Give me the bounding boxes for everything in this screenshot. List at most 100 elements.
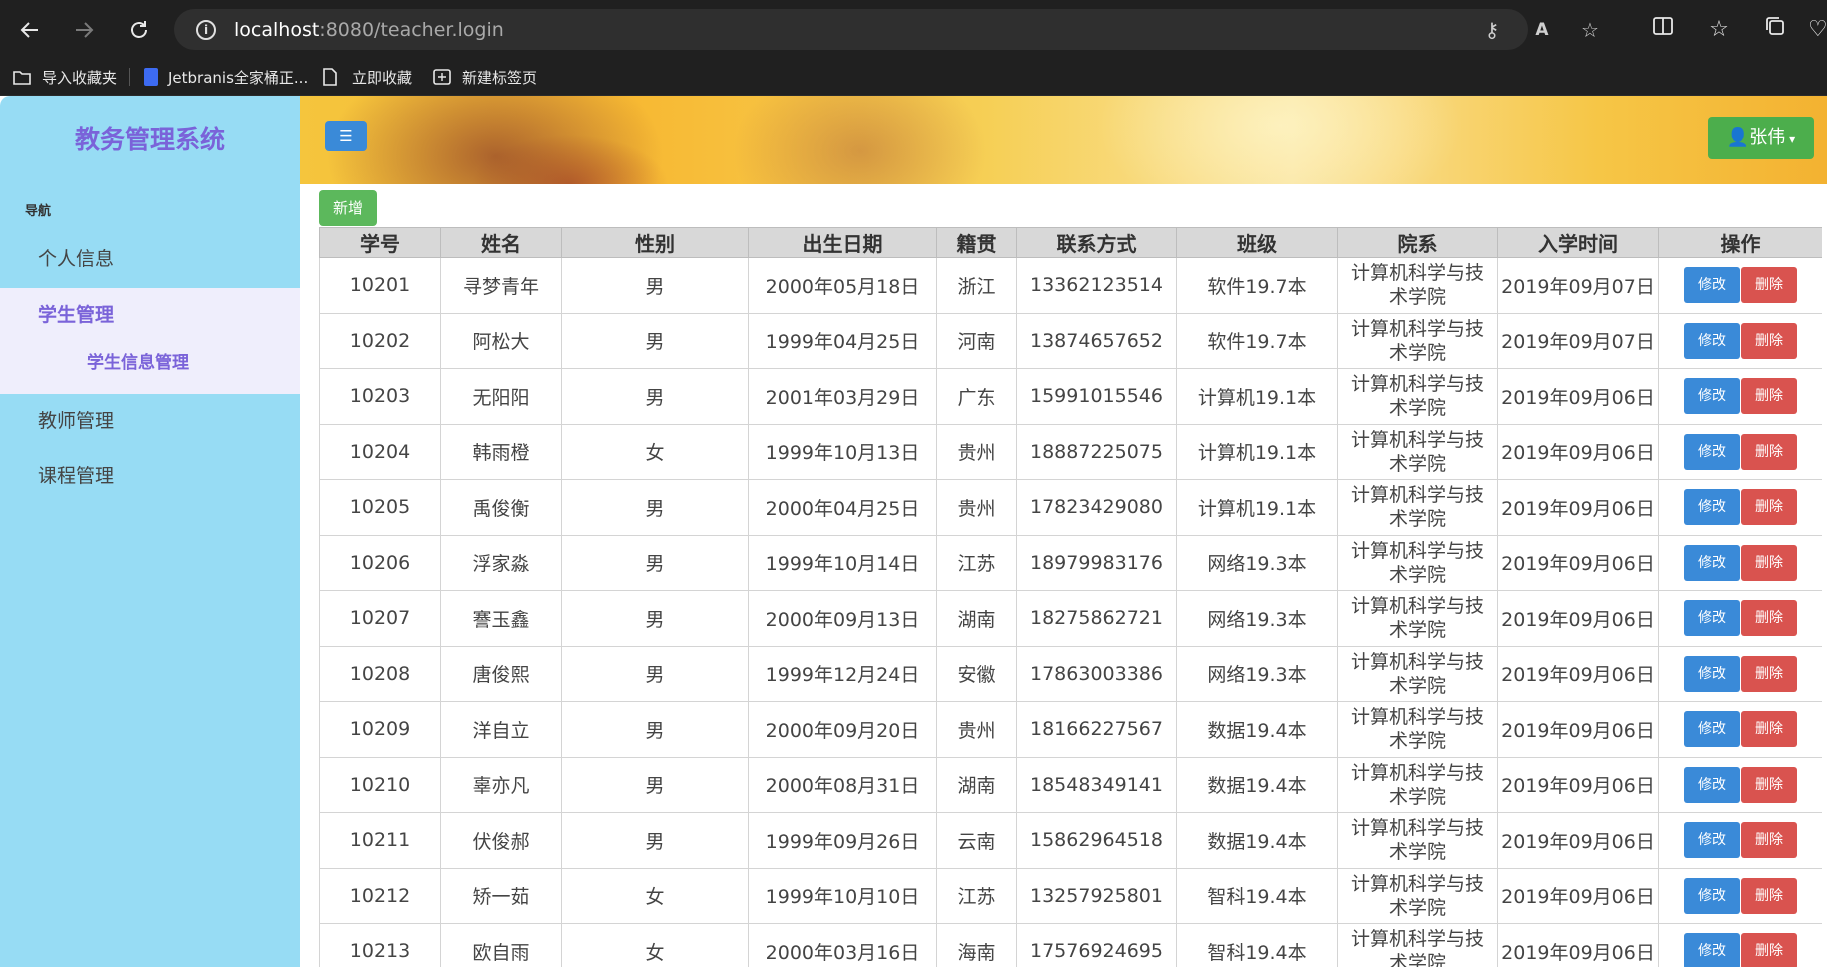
header-banner bbox=[300, 96, 1827, 184]
reload-icon[interactable] bbox=[119, 10, 159, 50]
address-field[interactable]: i localhost:8080/teacher.login ⚷ A ☆ bbox=[174, 9, 1599, 50]
cell-gender: 男 bbox=[561, 479, 749, 536]
delete-button[interactable]: 删除 bbox=[1741, 544, 1797, 581]
row-actions: 修改 删除 bbox=[1659, 711, 1822, 748]
delete-button[interactable]: 删除 bbox=[1741, 267, 1797, 304]
sidebar: 教务管理系统 导航 个人信息 学生管理 学生信息管理 教师管理 课程管理 bbox=[0, 96, 300, 967]
cell-actions: 修改 删除 bbox=[1658, 479, 1822, 536]
favorite-star-icon[interactable]: ☆ bbox=[1578, 19, 1602, 41]
table-header-row: 学号 姓名 性别 出生日期 籍贯 联系方式 班级 院系 入学时间 操作 bbox=[319, 227, 1822, 258]
cell-enroll-date: 2019年09月06日 bbox=[1497, 867, 1659, 924]
split-screen-icon[interactable] bbox=[1648, 15, 1678, 45]
cell-origin: 湖南 bbox=[936, 756, 1017, 813]
cell-name: 矫一茹 bbox=[440, 867, 562, 924]
url-text: localhost:8080/teacher.login bbox=[234, 19, 504, 41]
delete-button[interactable]: 删除 bbox=[1741, 378, 1797, 415]
cell-class: 数据19.4本 bbox=[1176, 812, 1338, 869]
profile-icon[interactable]: ♡ bbox=[1808, 15, 1827, 45]
cell-department: 计算机科学与技术学院 bbox=[1337, 423, 1498, 480]
edit-button[interactable]: 修改 bbox=[1684, 655, 1740, 692]
col-header[interactable]: 入学时间 bbox=[1497, 227, 1659, 258]
menu-toggle-button[interactable]: ☰ bbox=[325, 121, 367, 151]
bookmark-save-now[interactable]: 立即收藏 bbox=[322, 66, 412, 88]
row-actions: 修改 删除 bbox=[1659, 600, 1822, 637]
col-header[interactable]: 籍贯 bbox=[936, 227, 1017, 258]
edit-button[interactable]: 修改 bbox=[1684, 378, 1740, 415]
bookmark-jetbrains[interactable]: Jetbranis全家桶正... bbox=[144, 66, 308, 88]
delete-button[interactable]: 删除 bbox=[1741, 711, 1797, 748]
site-info-icon[interactable]: i bbox=[196, 20, 216, 40]
cell-enroll-date: 2019年09月06日 bbox=[1497, 534, 1659, 591]
cell-department: 计算机科学与技术学院 bbox=[1337, 479, 1498, 536]
row-actions: 修改 删除 bbox=[1659, 766, 1822, 803]
edit-button[interactable]: 修改 bbox=[1684, 600, 1740, 637]
col-header[interactable]: 性别 bbox=[561, 227, 749, 258]
delete-button[interactable]: 删除 bbox=[1741, 600, 1797, 637]
delete-button[interactable]: 删除 bbox=[1741, 766, 1797, 803]
edit-button[interactable]: 修改 bbox=[1684, 489, 1740, 526]
cell-name: 阿松大 bbox=[440, 312, 562, 369]
cell-birth-date: 2000年08月31日 bbox=[748, 756, 937, 813]
edit-button[interactable]: 修改 bbox=[1684, 433, 1740, 470]
col-header[interactable]: 操作 bbox=[1658, 227, 1822, 258]
delete-button[interactable]: 删除 bbox=[1741, 433, 1797, 470]
key-icon[interactable]: ⚷ bbox=[1480, 19, 1504, 41]
add-button[interactable]: 新增 bbox=[319, 190, 377, 226]
edit-button[interactable]: 修改 bbox=[1684, 711, 1740, 748]
cell-student-id: 10202 bbox=[319, 312, 441, 369]
edit-button[interactable]: 修改 bbox=[1684, 877, 1740, 914]
edit-button[interactable]: 修改 bbox=[1684, 822, 1740, 859]
cell-department: 计算机科学与技术学院 bbox=[1337, 867, 1498, 924]
bookmark-label: 导入收藏夹 bbox=[42, 68, 118, 87]
edit-button[interactable]: 修改 bbox=[1684, 322, 1740, 359]
user-menu-button[interactable]: 👤张伟 ▾ bbox=[1708, 117, 1814, 159]
delete-button[interactable]: 删除 bbox=[1741, 489, 1797, 526]
delete-button[interactable]: 删除 bbox=[1741, 933, 1797, 967]
cell-phone: 15862964518 bbox=[1016, 812, 1177, 869]
row-actions: 修改 删除 bbox=[1659, 933, 1822, 967]
sidebar-item-student-management[interactable]: 学生管理 bbox=[0, 288, 300, 342]
cell-student-id: 10204 bbox=[319, 423, 441, 480]
delete-button[interactable]: 删除 bbox=[1741, 822, 1797, 859]
edit-button[interactable]: 修改 bbox=[1684, 933, 1740, 967]
cell-department: 计算机科学与技术学院 bbox=[1337, 645, 1498, 702]
sidebar-item-teacher-management[interactable]: 教师管理 bbox=[0, 394, 300, 448]
read-aloud-icon[interactable]: A bbox=[1530, 19, 1554, 41]
sidebar-subitem-student-info[interactable]: 学生信息管理 bbox=[87, 348, 189, 373]
cell-department: 计算机科学与技术学院 bbox=[1337, 534, 1498, 591]
cell-class: 智科19.4本 bbox=[1176, 923, 1338, 967]
col-header[interactable]: 联系方式 bbox=[1016, 227, 1177, 258]
delete-button[interactable]: 删除 bbox=[1741, 655, 1797, 692]
favorites-icon[interactable]: ☆ bbox=[1704, 15, 1734, 45]
edit-button[interactable]: 修改 bbox=[1684, 766, 1740, 803]
cell-origin: 江苏 bbox=[936, 867, 1017, 924]
col-header[interactable]: 学号 bbox=[319, 227, 441, 258]
edit-button[interactable]: 修改 bbox=[1684, 544, 1740, 581]
col-header[interactable]: 出生日期 bbox=[748, 227, 937, 258]
delete-button[interactable]: 删除 bbox=[1741, 877, 1797, 914]
collections-icon[interactable] bbox=[1760, 15, 1790, 45]
sidebar-item-personal[interactable]: 个人信息 bbox=[0, 232, 300, 286]
edit-button[interactable]: 修改 bbox=[1684, 267, 1740, 304]
cell-name: 欧自雨 bbox=[440, 923, 562, 967]
cell-gender: 男 bbox=[561, 534, 749, 591]
col-header[interactable]: 班级 bbox=[1176, 227, 1338, 258]
cell-actions: 修改 删除 bbox=[1658, 756, 1822, 813]
cell-class: 计算机19.1本 bbox=[1176, 423, 1338, 480]
delete-button[interactable]: 删除 bbox=[1741, 322, 1797, 359]
table-row: 10212 矫一茹女 1999年10月10日 江苏 13257925801 智科19.4本… bbox=[319, 867, 1822, 924]
forward-arrow-icon[interactable] bbox=[64, 10, 104, 50]
sidebar-item-course-management[interactable]: 课程管理 bbox=[0, 449, 300, 503]
cell-class: 计算机19.1本 bbox=[1176, 479, 1338, 536]
cell-birth-date: 1999年10月14日 bbox=[748, 534, 937, 591]
back-arrow-icon[interactable] bbox=[10, 10, 50, 50]
cell-actions: 修改 删除 bbox=[1658, 812, 1822, 869]
bookmark-import[interactable]: 导入收藏夹 bbox=[12, 66, 117, 88]
cell-student-id: 10210 bbox=[319, 756, 441, 813]
bookmark-new-tab[interactable]: 新建标签页 bbox=[432, 66, 537, 88]
cell-name: 浮家淼 bbox=[440, 534, 562, 591]
cell-gender: 男 bbox=[561, 812, 749, 869]
col-header[interactable]: 姓名 bbox=[440, 227, 562, 258]
table-row: 10210 辜亦凡男 2000年08月31日 湖南 18548349141 数据19.4本… bbox=[319, 756, 1822, 813]
col-header[interactable]: 院系 bbox=[1337, 227, 1498, 258]
